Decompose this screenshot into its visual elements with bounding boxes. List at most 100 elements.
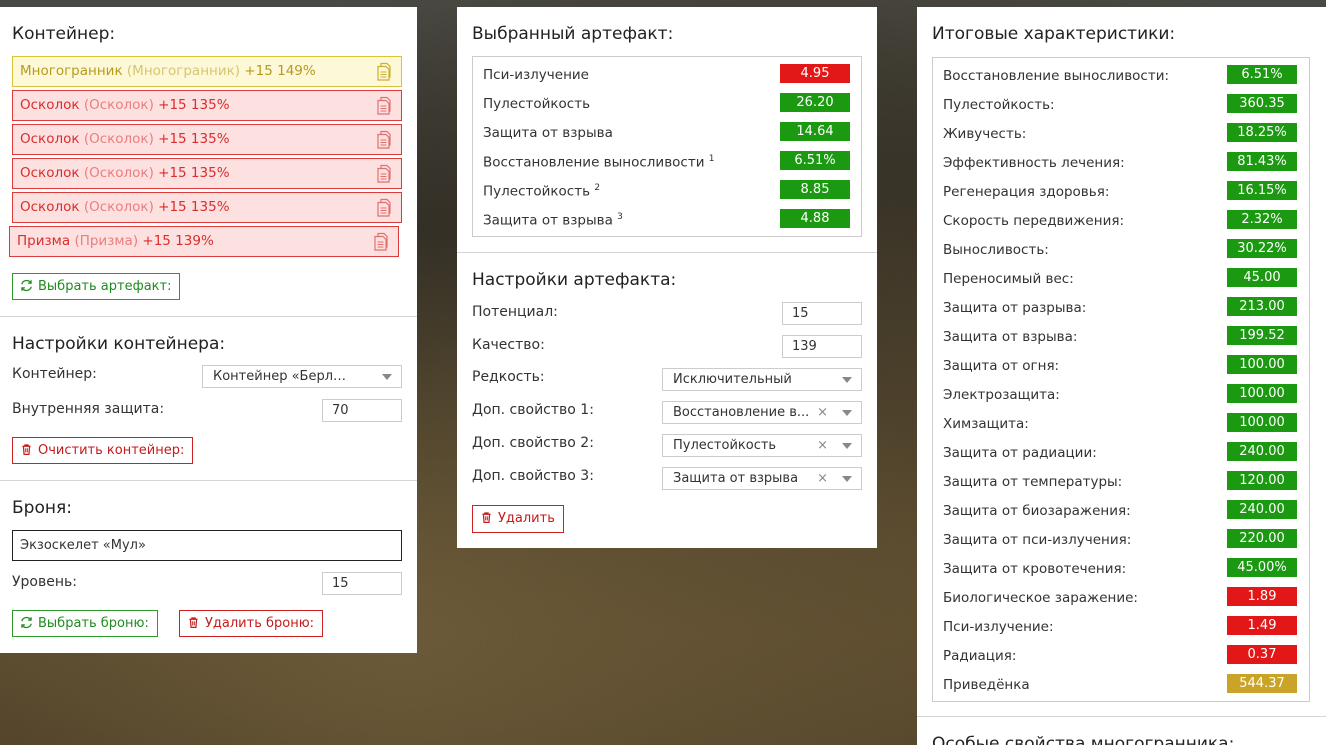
armor-name-field[interactable]: Экзоскелет «Мул» (12, 530, 402, 561)
total-row: Приведёнка 544.37 (933, 671, 1309, 700)
total-value: 220.00 (1227, 529, 1297, 548)
slot-sub: (Осколок) (83, 199, 154, 215)
chevron-down-icon (842, 377, 852, 383)
prop1-label: Доп. свойство 1: (472, 402, 594, 418)
stat-footnote: 2 (594, 183, 601, 193)
stat-value: 14.64 (780, 122, 850, 141)
stat-value: 8.85 (780, 180, 850, 199)
total-name: Восстановление выносливости: (943, 68, 1170, 84)
total-row: Пулестойкость: 360.35 (933, 91, 1309, 120)
selected-artifact-stats: Пси-излучение 4.95 Пулестойкость 26.20 Защит… (472, 56, 862, 237)
inner-protection-input[interactable]: 70 (322, 399, 402, 422)
total-row: Биологическое заражение: 1.89 (933, 584, 1309, 613)
select-artifact-button[interactable]: Выбрать артефакт: (12, 273, 181, 300)
total-value: 30.22% (1227, 239, 1297, 258)
copy-icon[interactable] (375, 198, 393, 218)
slot-sub: (Призма) (74, 233, 139, 249)
slot-level: +15 135% (158, 199, 230, 215)
slot-name: Многогранник (20, 63, 123, 79)
clear-container-button[interactable]: Очистить контейнер: (12, 437, 194, 464)
armor-level-label: Уровень: (12, 574, 77, 590)
total-value: 100.00 (1227, 413, 1297, 432)
slot-level: +15 139% (142, 233, 214, 249)
copy-icon[interactable] (375, 130, 393, 150)
stat-row: Пулестойкость 26.20 (473, 90, 861, 119)
stat-name: Пси-излучение (483, 67, 589, 83)
total-name: Защита от биозаражения: (943, 503, 1131, 519)
total-name: Биологическое заражение: (943, 590, 1138, 606)
total-name: Защита от разрыва: (943, 300, 1087, 316)
refresh-icon (21, 616, 32, 629)
delete-armor-button[interactable]: Удалить броню: (179, 610, 324, 637)
total-row: Защита от биозаражения: 240.00 (933, 497, 1309, 526)
chevron-down-icon (382, 374, 392, 380)
total-row: Пси-излучение: 1.49 (933, 613, 1309, 642)
total-row: Живучесть: 18.25% (933, 120, 1309, 149)
total-value: 100.00 (1227, 355, 1297, 374)
select-artifact-label: Выбрать артефакт: (38, 279, 172, 294)
container-slot[interactable]: Осколок (Осколок) +15 135% (12, 192, 402, 223)
stat-footnote: 3 (617, 212, 623, 222)
stat-row: Защита от взрыва 14.64 (473, 119, 861, 148)
total-name: Приведёнка (943, 677, 1030, 693)
total-value: 1.89 (1227, 587, 1297, 606)
trash-icon (22, 444, 31, 455)
container-slot[interactable]: Многогранник (Многогранник) +15 149% (12, 56, 402, 87)
slot-sub: (Осколок) (83, 131, 154, 147)
total-value: 0.37 (1227, 645, 1297, 664)
slot-name: Осколок (20, 97, 80, 113)
total-name: Защита от радиации: (943, 445, 1097, 461)
copy-icon[interactable] (375, 164, 393, 184)
total-value: 2.32% (1227, 210, 1297, 229)
total-name: Пулестойкость: (943, 97, 1055, 113)
armor-level-input[interactable]: 15 (322, 572, 402, 595)
copy-icon[interactable] (375, 96, 393, 116)
container-slot[interactable]: Призма (Призма) +15 139% (9, 226, 399, 257)
trash-icon (482, 512, 491, 523)
selected-artifact-title: Выбранный артефакт: (472, 24, 674, 44)
stat-name: Восстановление выносливости 1 (483, 154, 715, 171)
delete-artifact-button[interactable]: Удалить (472, 505, 564, 533)
prop3-select[interactable]: Защита от взрыва × (662, 467, 862, 490)
total-row: Защита от температуры: 120.00 (933, 468, 1309, 497)
container-select[interactable]: Контейнер «Берлога... (202, 365, 402, 388)
select-armor-label: Выбрать броню: (38, 616, 149, 631)
container-slot[interactable]: Осколок (Осколок) +15 135% (12, 158, 402, 189)
total-name: Пси-излучение: (943, 619, 1054, 635)
total-name: Защита от взрыва: (943, 329, 1078, 345)
quality-input[interactable]: 139 (782, 335, 862, 358)
slot-level: +15 135% (158, 131, 230, 147)
clear-icon[interactable]: × (817, 468, 828, 489)
stat-row: Защита от взрыва 3 4.88 (473, 206, 861, 235)
rarity-value: Исключительный (673, 372, 792, 387)
stat-row: Пулестойкость 2 8.85 (473, 177, 861, 206)
total-name: Химзащита: (943, 416, 1029, 432)
total-name: Электрозащита: (943, 387, 1060, 403)
total-row: Защита от огня: 100.00 (933, 352, 1309, 381)
copy-icon[interactable] (375, 62, 393, 82)
stat-row: Пси-излучение 4.95 (473, 61, 861, 90)
rarity-select[interactable]: Исключительный (662, 368, 862, 391)
prop2-value: Пулестойкость (673, 438, 777, 453)
prop2-select[interactable]: Пулестойкость × (662, 434, 862, 457)
total-name: Защита от огня: (943, 358, 1060, 374)
container-slot[interactable]: Осколок (Осколок) +15 135% (12, 90, 402, 121)
clear-icon[interactable]: × (817, 402, 828, 423)
prop1-select[interactable]: Восстановление в... × (662, 401, 862, 424)
total-value: 45.00 (1227, 268, 1297, 287)
slot-name: Осколок (20, 199, 80, 215)
total-value: 199.52 (1227, 326, 1297, 345)
container-label: Контейнер: (12, 366, 97, 382)
total-name: Выносливость: (943, 242, 1049, 258)
copy-icon[interactable] (372, 232, 390, 252)
total-row: Радиация: 0.37 (933, 642, 1309, 671)
potential-input[interactable]: 15 (782, 302, 862, 325)
refresh-icon (21, 279, 32, 292)
clear-icon[interactable]: × (817, 435, 828, 456)
total-value: 16.15% (1227, 181, 1297, 200)
total-row: Скорость передвижения: 2.32% (933, 207, 1309, 236)
container-slot[interactable]: Осколок (Осколок) +15 135% (12, 124, 402, 155)
select-armor-button[interactable]: Выбрать броню: (12, 610, 158, 637)
total-name: Живучесть: (943, 126, 1027, 142)
clear-container-label: Очистить контейнер: (38, 443, 185, 458)
